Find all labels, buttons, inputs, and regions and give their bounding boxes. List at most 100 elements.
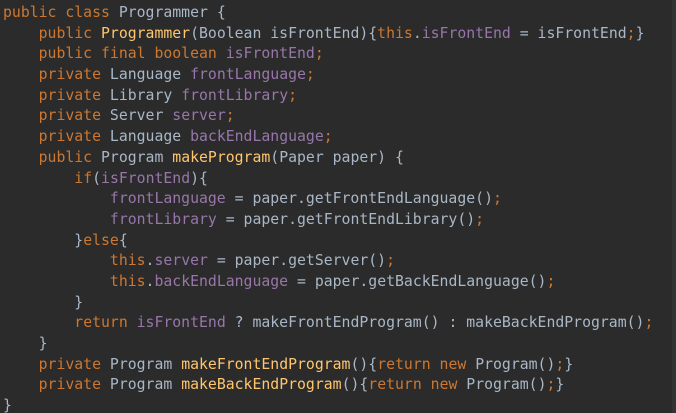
code-line[interactable]: private Language backEndLanguage; xyxy=(3,127,653,148)
code-token: public xyxy=(38,24,101,42)
code-token: } xyxy=(3,231,84,249)
editor-scrollbar-gutter xyxy=(672,0,676,413)
code-token: private xyxy=(38,128,110,146)
code-line[interactable]: } xyxy=(3,396,653,413)
code-token: ; xyxy=(492,190,502,208)
code-token: frontLanguage xyxy=(109,190,226,208)
code-token: public xyxy=(38,148,101,166)
code-token: } xyxy=(635,24,645,42)
code-token: { xyxy=(118,231,128,249)
code-token: public final boolean xyxy=(38,45,226,63)
code-line[interactable]: public Programmer(Boolean isFrontEnd){th… xyxy=(3,24,653,45)
code-token: this xyxy=(377,24,413,42)
code-line[interactable]: } xyxy=(3,293,653,314)
code-line[interactable]: this.backEndLanguage = paper.getBackEndL… xyxy=(3,272,653,293)
code-line[interactable]: if(isFrontEnd){ xyxy=(3,169,653,190)
code-token: Program() xyxy=(475,355,556,373)
code-line[interactable]: private Language frontLanguage; xyxy=(3,65,653,86)
code-editor[interactable]: public class Programmer { public Program… xyxy=(0,0,676,413)
code-token: makeBackEndProgram xyxy=(181,376,342,394)
code-token: } xyxy=(3,293,84,311)
code-line[interactable]: private Program makeFrontEndProgram(){re… xyxy=(3,355,653,376)
code-token: server xyxy=(154,252,208,270)
code-token: makeFrontEndProgram xyxy=(181,355,351,373)
code-token: private xyxy=(38,66,110,84)
code-token: ; xyxy=(555,355,565,373)
code-token: return new xyxy=(377,355,476,373)
code-token: = paper.getServer() xyxy=(207,252,387,270)
code-token: ; xyxy=(323,128,333,146)
code-token: ; xyxy=(314,45,324,63)
code-token: Server xyxy=(109,107,173,125)
code-line[interactable]: private Server server; xyxy=(3,106,653,127)
code-token: (){ xyxy=(341,376,369,394)
code-token: return xyxy=(74,314,137,332)
code-token: server xyxy=(172,107,226,125)
code-token: } xyxy=(3,335,48,352)
code-token: Language xyxy=(109,66,191,84)
code-token: ; xyxy=(288,86,298,104)
code-token: ){ xyxy=(190,169,208,187)
code-token: isFrontEnd xyxy=(421,24,511,42)
code-token: private xyxy=(38,355,110,373)
code-token: (Paper paper) { xyxy=(270,148,404,166)
code-line[interactable]: frontLanguage = paper.getFrontEndLanguag… xyxy=(3,189,653,210)
code-token: Program xyxy=(101,148,173,166)
code-token: private xyxy=(38,376,110,394)
code-token: frontLibrary xyxy=(181,86,289,104)
code-line[interactable]: }else{ xyxy=(3,231,653,252)
code-token: Library xyxy=(109,86,182,104)
code-line[interactable]: public class Programmer { xyxy=(3,3,653,24)
code-token: } xyxy=(555,376,565,394)
code-token: ( xyxy=(92,169,102,187)
code-token: Program() xyxy=(466,376,547,394)
code-line[interactable]: return isFrontEnd ? makeFrontEndProgram(… xyxy=(3,313,653,334)
code-token: = paper.getBackEndLanguage() xyxy=(288,272,547,290)
code-token: makeProgram xyxy=(172,148,271,166)
code-token: Program xyxy=(109,355,182,373)
code-token: ; xyxy=(225,107,235,125)
code-line[interactable]: frontLibrary = paper.getFrontEndLibrary(… xyxy=(3,210,653,231)
code-token: . xyxy=(412,24,422,42)
code-token: this xyxy=(109,272,146,290)
code-line[interactable]: public Program makeProgram(Paper paper) … xyxy=(3,148,653,169)
code-token: Program xyxy=(109,376,182,394)
code-token: isFrontEnd xyxy=(101,169,191,187)
code-line[interactable]: public final boolean isFrontEnd; xyxy=(3,44,653,65)
code-token: public class xyxy=(3,4,119,21)
code-token: ? makeFrontEndProgram() : makeBackEndPro… xyxy=(225,314,645,332)
code-token: this xyxy=(109,252,146,270)
code-token: ; xyxy=(305,66,315,84)
code-token: backEndLanguage xyxy=(154,272,289,290)
code-token: = paper.getFrontEndLanguage() xyxy=(225,190,493,208)
code-token: isFrontEnd xyxy=(136,314,226,332)
code-token: Programmer xyxy=(101,24,191,42)
code-line[interactable]: private Program makeBackEndProgram(){ret… xyxy=(3,375,653,396)
code-token: ; xyxy=(644,314,654,332)
code-token: private xyxy=(38,107,110,125)
code-token: if xyxy=(74,169,93,187)
code-token: Language xyxy=(109,128,191,146)
code-line[interactable]: } xyxy=(3,334,653,355)
code-line[interactable]: private Library frontLibrary; xyxy=(3,86,653,107)
code-token: ; xyxy=(475,210,485,228)
code-token: frontLibrary xyxy=(109,210,217,228)
code-text-area[interactable]: public class Programmer { public Program… xyxy=(3,3,653,413)
code-token: (Boolean isFrontEnd){ xyxy=(190,24,378,42)
code-token: { xyxy=(216,4,226,21)
code-token: else xyxy=(83,231,119,249)
code-token: Programmer xyxy=(118,4,217,21)
code-line[interactable]: this.server = paper.getServer(); xyxy=(3,251,653,272)
